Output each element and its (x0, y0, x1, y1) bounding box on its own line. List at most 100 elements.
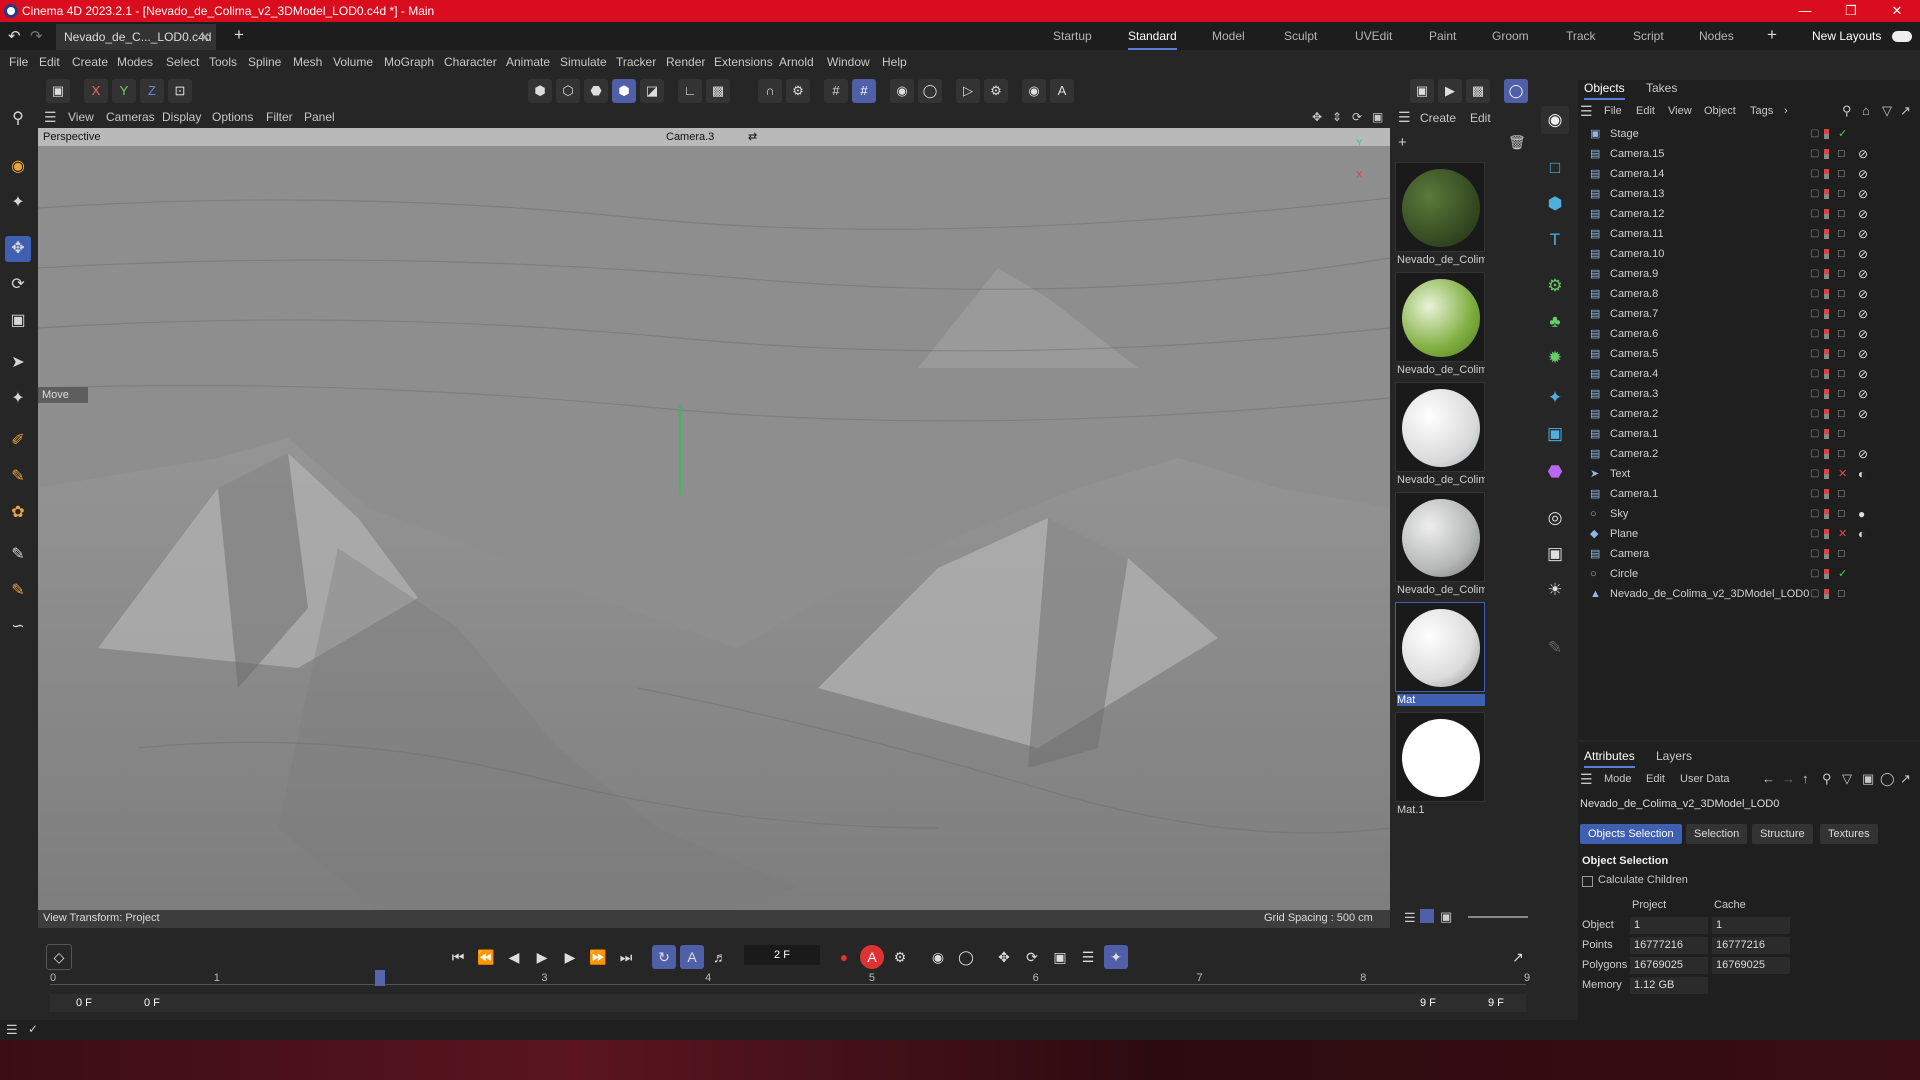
status-check-icon[interactable]: ✓ (28, 1022, 38, 1036)
object-row[interactable]: ▤ Camera.4 ▢ □ ⊘ (1590, 364, 1910, 384)
object-row[interactable]: ▤ Camera.3 ▢ □ ⊘ (1590, 384, 1910, 404)
new-tab-icon[interactable]: + (234, 25, 244, 45)
key-pla-icon[interactable]: ✦ (1104, 945, 1128, 969)
prev-key-icon[interactable]: ⏪ (474, 945, 498, 969)
subtab-selection[interactable]: Selection (1686, 824, 1748, 844)
visibility-dots-icon[interactable] (1824, 529, 1829, 539)
lock-view-icon[interactable]: ◉ (1022, 79, 1046, 103)
object-row[interactable]: ▤ Camera.10 ▢ □ ⊘ (1590, 244, 1910, 264)
material-swatch[interactable] (1395, 712, 1485, 802)
list-view-icon[interactable]: ☰ (1404, 910, 1416, 926)
loop-icon[interactable]: ↻ (652, 945, 676, 969)
visibility-dots-icon[interactable] (1824, 549, 1829, 559)
tag-frame-icon[interactable]: □ (1838, 244, 1845, 264)
objects-menu-icon[interactable]: ☰ (1580, 101, 1593, 121)
layout-startup[interactable]: Startup (1053, 22, 1092, 50)
timeline-graph-icon[interactable]: ↗ (1506, 945, 1530, 969)
visibility-dots-icon[interactable] (1824, 409, 1829, 419)
redshift-icon[interactable]: ◯ (1504, 79, 1528, 103)
tweak-icon[interactable]: ✦ (5, 190, 31, 216)
enabled-check-icon[interactable]: ✓ (1838, 564, 1847, 584)
tag-frame-icon[interactable]: □ (1838, 384, 1845, 404)
current-frame-field[interactable]: 2 F (744, 945, 820, 965)
material-menu-icon[interactable]: ☰ (1398, 109, 1411, 126)
auto-key-icon[interactable]: A (1050, 79, 1074, 103)
visibility-dots-icon[interactable] (1824, 589, 1829, 599)
objects-icon[interactable]: ◉ (1541, 106, 1569, 134)
visibility-dots-icon[interactable] (1824, 229, 1829, 239)
menu-mesh[interactable]: Mesh (293, 50, 322, 74)
layout-sculpt[interactable]: Sculpt (1284, 22, 1317, 50)
spline-smooth-icon[interactable]: ✿ (5, 500, 31, 526)
render-picture-viewer-icon[interactable]: ▣ (1410, 79, 1434, 103)
material-tag-icon[interactable]: ◐ (1858, 464, 1865, 484)
layer-icon[interactable]: ▢ (1810, 144, 1819, 164)
menu-simulate[interactable]: Simulate (560, 50, 607, 74)
end-frame-a[interactable]: 9 F (1420, 997, 1436, 1009)
pan-view-icon[interactable]: ✥ (1312, 106, 1322, 128)
material-tag-icon[interactable]: ◐ (1858, 524, 1865, 544)
up-arrow-icon[interactable]: ↑ (1802, 769, 1809, 789)
material-swatch[interactable] (1395, 492, 1485, 582)
workplane-icon[interactable]: ∟ (678, 79, 702, 103)
layer-icon[interactable]: ▢ (1810, 544, 1819, 564)
uv-transform-icon[interactable]: ✦ (5, 386, 31, 412)
visibility-dots-icon[interactable] (1824, 369, 1829, 379)
volume-icon[interactable]: ⬣ (1541, 458, 1569, 486)
visibility-dots-icon[interactable] (1824, 329, 1829, 339)
layer-icon[interactable]: ▢ (1810, 504, 1819, 524)
object-row[interactable]: ▤ Camera.2 ▢ □ ⊘ (1590, 444, 1910, 464)
object-row[interactable]: ○ Circle ▢ ✓ (1590, 564, 1910, 584)
points-mode-icon[interactable]: ⬢ (528, 79, 552, 103)
protection-tag-icon[interactable]: ⊘ (1858, 444, 1868, 464)
z-axis-button[interactable]: Z (140, 79, 164, 103)
key-rotate-icon[interactable]: ⟳ (1020, 945, 1044, 969)
menu-animate[interactable]: Animate (506, 50, 550, 74)
end-frame-b[interactable]: 9 F (1488, 997, 1504, 1009)
live-selection-icon[interactable]: ◉ (5, 154, 31, 180)
layer-icon[interactable]: ▢ (1810, 124, 1819, 144)
material-swatch[interactable] (1395, 162, 1485, 252)
tag-frame-icon[interactable]: □ (1838, 344, 1845, 364)
visibility-dots-icon[interactable] (1824, 209, 1829, 219)
layout-paint[interactable]: Paint (1429, 22, 1456, 50)
tab-objects[interactable]: Objects (1584, 78, 1625, 100)
menu-help[interactable]: Help (882, 50, 907, 74)
subtab-textures[interactable]: Textures (1820, 824, 1878, 844)
object-row[interactable]: ▤ Camera.8 ▢ □ ⊘ (1590, 284, 1910, 304)
play-icon[interactable]: ▶ (530, 945, 554, 969)
visibility-dots-icon[interactable] (1824, 349, 1829, 359)
knife-icon[interactable]: ✎ (5, 578, 31, 604)
tag-frame-icon[interactable]: □ (1838, 284, 1845, 304)
obj-menu-edit[interactable]: Edit (1636, 101, 1655, 121)
start-frame-a[interactable]: 0 F (76, 997, 92, 1009)
solo-icon[interactable]: ▩ (706, 79, 730, 103)
sound-icon[interactable]: ♬ (708, 945, 732, 969)
viewport-camera-label[interactable]: Camera.3 (666, 131, 714, 143)
spline-sketch-icon[interactable]: ✎ (5, 464, 31, 490)
layer-icon[interactable]: ▢ (1810, 204, 1819, 224)
3d-viewport[interactable]: Perspective Camera.3 ⇄ Move Y X View Tra… (38, 128, 1390, 928)
menu-modes[interactable]: Modes (117, 50, 153, 74)
generator-icon[interactable]: ⚙ (1541, 272, 1569, 300)
vp-menu-cameras[interactable]: Cameras (106, 106, 155, 128)
obj-menu-view[interactable]: View (1668, 101, 1692, 121)
visibility-dots-icon[interactable] (1824, 189, 1829, 199)
snap-grid-icon[interactable]: # (824, 79, 848, 103)
timeline-ruler[interactable] (50, 984, 1526, 985)
render-to-pv-icon[interactable]: ▩ (1466, 79, 1490, 103)
menu-select[interactable]: Select (166, 50, 199, 74)
object-row[interactable]: ▤ Camera.5 ▢ □ ⊘ (1590, 344, 1910, 364)
visibility-dots-icon[interactable] (1824, 489, 1829, 499)
dolly-view-icon[interactable]: ⇕ (1332, 106, 1342, 128)
protection-tag-icon[interactable]: ⊘ (1858, 384, 1868, 404)
protection-tag-icon[interactable]: ⊘ (1858, 144, 1868, 164)
visibility-dots-icon[interactable] (1824, 289, 1829, 299)
protection-tag-icon[interactable]: ⊘ (1858, 164, 1868, 184)
record-icon[interactable]: ● (832, 945, 856, 969)
layer-icon[interactable]: ▢ (1810, 564, 1819, 584)
object-row[interactable]: ○ Sky ▢ □ ● (1590, 504, 1910, 524)
menu-volume[interactable]: Volume (333, 50, 373, 74)
next-key-icon[interactable]: ⏩ (586, 945, 610, 969)
menu-tracker[interactable]: Tracker (616, 50, 656, 74)
